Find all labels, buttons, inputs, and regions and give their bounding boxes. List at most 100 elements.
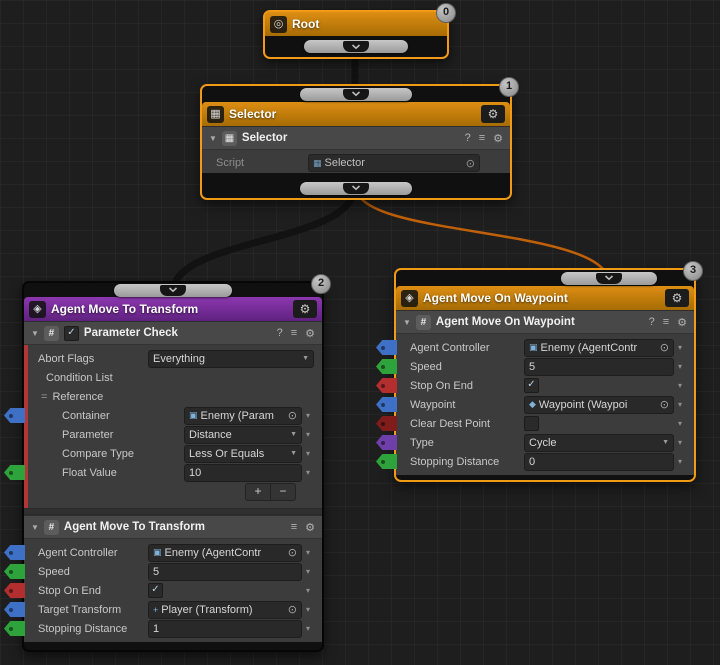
object-icon: ▣ [153,547,162,558]
move-on-waypoint-node-header[interactable]: ◈ Agent Move On Waypoint ⚙ [396,286,694,310]
child-connector-port[interactable] [304,40,408,53]
stopping-distance-input[interactable]: 1 [148,620,302,638]
reference-row[interactable]: = Reference [38,388,314,405]
gear-icon[interactable]: ⚙ [305,521,315,534]
selector-icon: ▦ [222,131,237,146]
node-gear-button[interactable]: ⚙ [293,300,317,318]
field-label: Agent Controller [410,342,524,354]
stop-on-end-checkbox[interactable]: ✓ [524,378,539,393]
move-to-transform-section-header[interactable]: ▼ # Agent Move To Transform ≡ ⚙ [24,515,322,539]
variable-dropdown-icon[interactable]: ▾ [302,624,314,633]
dropdown-arrow-icon: ▼ [302,355,309,362]
parameter-check-section-header[interactable]: ▼ # ✓ Parameter Check ? ≡ ⚙ [24,321,322,345]
foldout-triangle-icon[interactable]: ▼ [31,523,39,532]
parent-connector-port[interactable] [300,88,412,101]
speed-input[interactable]: 5 [524,358,674,376]
variable-dropdown-icon[interactable]: ▾ [302,449,314,458]
selector-section-header[interactable]: ▼ ▦ Selector ? ≡ ⚙ [202,126,510,150]
parameter-dropdown[interactable]: Distance ▼ [184,426,302,444]
field-label: Type [410,437,524,449]
node-gear-button[interactable]: ⚙ [665,289,689,307]
node-index-badge: 0 [436,3,456,23]
task-enabled-checkbox[interactable]: ✓ [64,326,79,341]
preset-icon[interactable]: ≡ [479,132,485,144]
gear-icon[interactable]: ⚙ [305,327,315,340]
variable-dropdown-icon[interactable]: ▾ [674,438,686,447]
root-node-header[interactable]: ◎ Root [265,12,447,36]
field-label: Stopping Distance [410,456,524,468]
node-root[interactable]: 0 ◎ Root [263,10,449,59]
reorder-icon[interactable]: = [41,391,47,403]
selector-icon: ▦ [207,106,224,123]
variable-dropdown-icon[interactable]: ▾ [674,457,686,466]
variable-dropdown-icon[interactable]: ▾ [302,430,314,439]
field-label: Speed [38,566,148,578]
move-to-transform-node-header[interactable]: ◈ Agent Move To Transform ⚙ [24,297,322,321]
parent-connector-port[interactable] [114,284,232,297]
node-title: Selector [229,107,476,121]
stop-on-end-checkbox[interactable]: ✓ [148,583,163,598]
foldout-triangle-icon[interactable]: ▼ [403,318,411,327]
help-icon[interactable]: ? [465,132,471,144]
float-value-input[interactable]: 10 [184,464,302,482]
node-selector[interactable]: 1 ▦ Selector ⚙ ▼ ▦ Selector ? ≡ ⚙ Scr [200,84,512,200]
object-picker-icon[interactable]: ⊙ [660,398,669,411]
selector-node-header[interactable]: ▦ Selector ⚙ [202,102,510,126]
script-label: Script [216,157,302,169]
waypoint-object-field[interactable]: ◆ Waypoint (Waypoi ⊙ [524,396,674,414]
variable-dropdown-icon[interactable]: ▾ [302,468,314,477]
foldout-triangle-icon[interactable]: ▼ [31,329,39,338]
node-agent-move-to-transform[interactable]: 2 ◈ Agent Move To Transform ⚙ ▼ # ✓ Para… [22,281,324,652]
parent-connector-port[interactable] [561,272,657,285]
child-connector-strip [202,178,510,198]
add-condition-button[interactable]: + [246,484,270,500]
node-agent-move-on-waypoint[interactable]: 3 ◈ Agent Move On Waypoint ⚙ ▼ # Agent M… [394,268,696,482]
behavior-tree-canvas[interactable]: 0 ◎ Root 1 ▦ Selector ⚙ [0,0,720,665]
target-transform-object-field[interactable]: + Player (Transform) ⊙ [148,601,302,619]
agent-controller-object-field[interactable]: ▣ Enemy (AgentContr ⊙ [524,339,674,357]
type-dropdown[interactable]: Cycle ▼ [524,434,674,452]
agent-controller-object-field[interactable]: ▣ Enemy (AgentContr ⊙ [148,544,302,562]
compare-type-dropdown[interactable]: Less Or Equals ▼ [184,445,302,463]
node-index-badge: 1 [499,77,519,97]
variable-dropdown-icon[interactable]: ▾ [302,548,314,557]
object-picker-icon[interactable]: ⊙ [660,341,669,354]
gear-icon[interactable]: ⚙ [677,316,687,329]
container-object-field[interactable]: ▣ Enemy (Param ⊙ [184,407,302,425]
variable-dropdown-icon[interactable]: ▾ [302,586,314,595]
help-icon[interactable]: ? [649,316,655,328]
variable-dropdown-icon[interactable]: ▾ [674,362,686,371]
speed-row: Speed 5 ▾ [410,358,686,375]
speed-input[interactable]: 5 [148,563,302,581]
abort-flags-dropdown[interactable]: Everything ▼ [148,350,314,368]
move-on-waypoint-section-header[interactable]: ▼ # Agent Move On Waypoint ? ≡ ⚙ [396,310,694,334]
variable-dropdown-icon[interactable]: ▾ [302,567,314,576]
node-index-badge: 3 [683,261,703,281]
connector-chevron-icon [160,285,186,296]
field-label: Abort Flags [38,353,148,365]
variable-dropdown-icon[interactable]: ▾ [674,343,686,352]
node-gear-button[interactable]: ⚙ [481,105,505,123]
child-connector-port[interactable] [300,182,412,195]
object-picker-icon[interactable]: ⊙ [288,603,297,616]
connector-chevron-icon [596,273,622,284]
agent-controller-row: Agent Controller ▣ Enemy (AgentContr ⊙ ▾ [410,339,686,356]
variable-dropdown-icon[interactable]: ▾ [674,381,686,390]
clear-dest-point-checkbox[interactable] [524,416,539,431]
help-icon[interactable]: ? [277,327,283,339]
node-index-badge: 2 [311,274,331,294]
preset-icon[interactable]: ≡ [663,316,669,328]
object-picker-icon[interactable]: ⊙ [288,546,297,559]
variable-dropdown-icon[interactable]: ▾ [674,419,686,428]
waypoint-icon: ◆ [529,399,536,410]
foldout-triangle-icon[interactable]: ▼ [209,134,217,143]
variable-dropdown-icon[interactable]: ▾ [302,605,314,614]
variable-dropdown-icon[interactable]: ▾ [674,400,686,409]
gear-icon[interactable]: ⚙ [493,132,503,145]
preset-icon[interactable]: ≡ [291,327,297,339]
remove-condition-button[interactable]: − [270,484,295,500]
object-picker-icon[interactable]: ⊙ [288,409,297,422]
stopping-distance-input[interactable]: 0 [524,453,674,471]
preset-icon[interactable]: ≡ [291,521,297,533]
variable-dropdown-icon[interactable]: ▾ [302,411,314,420]
